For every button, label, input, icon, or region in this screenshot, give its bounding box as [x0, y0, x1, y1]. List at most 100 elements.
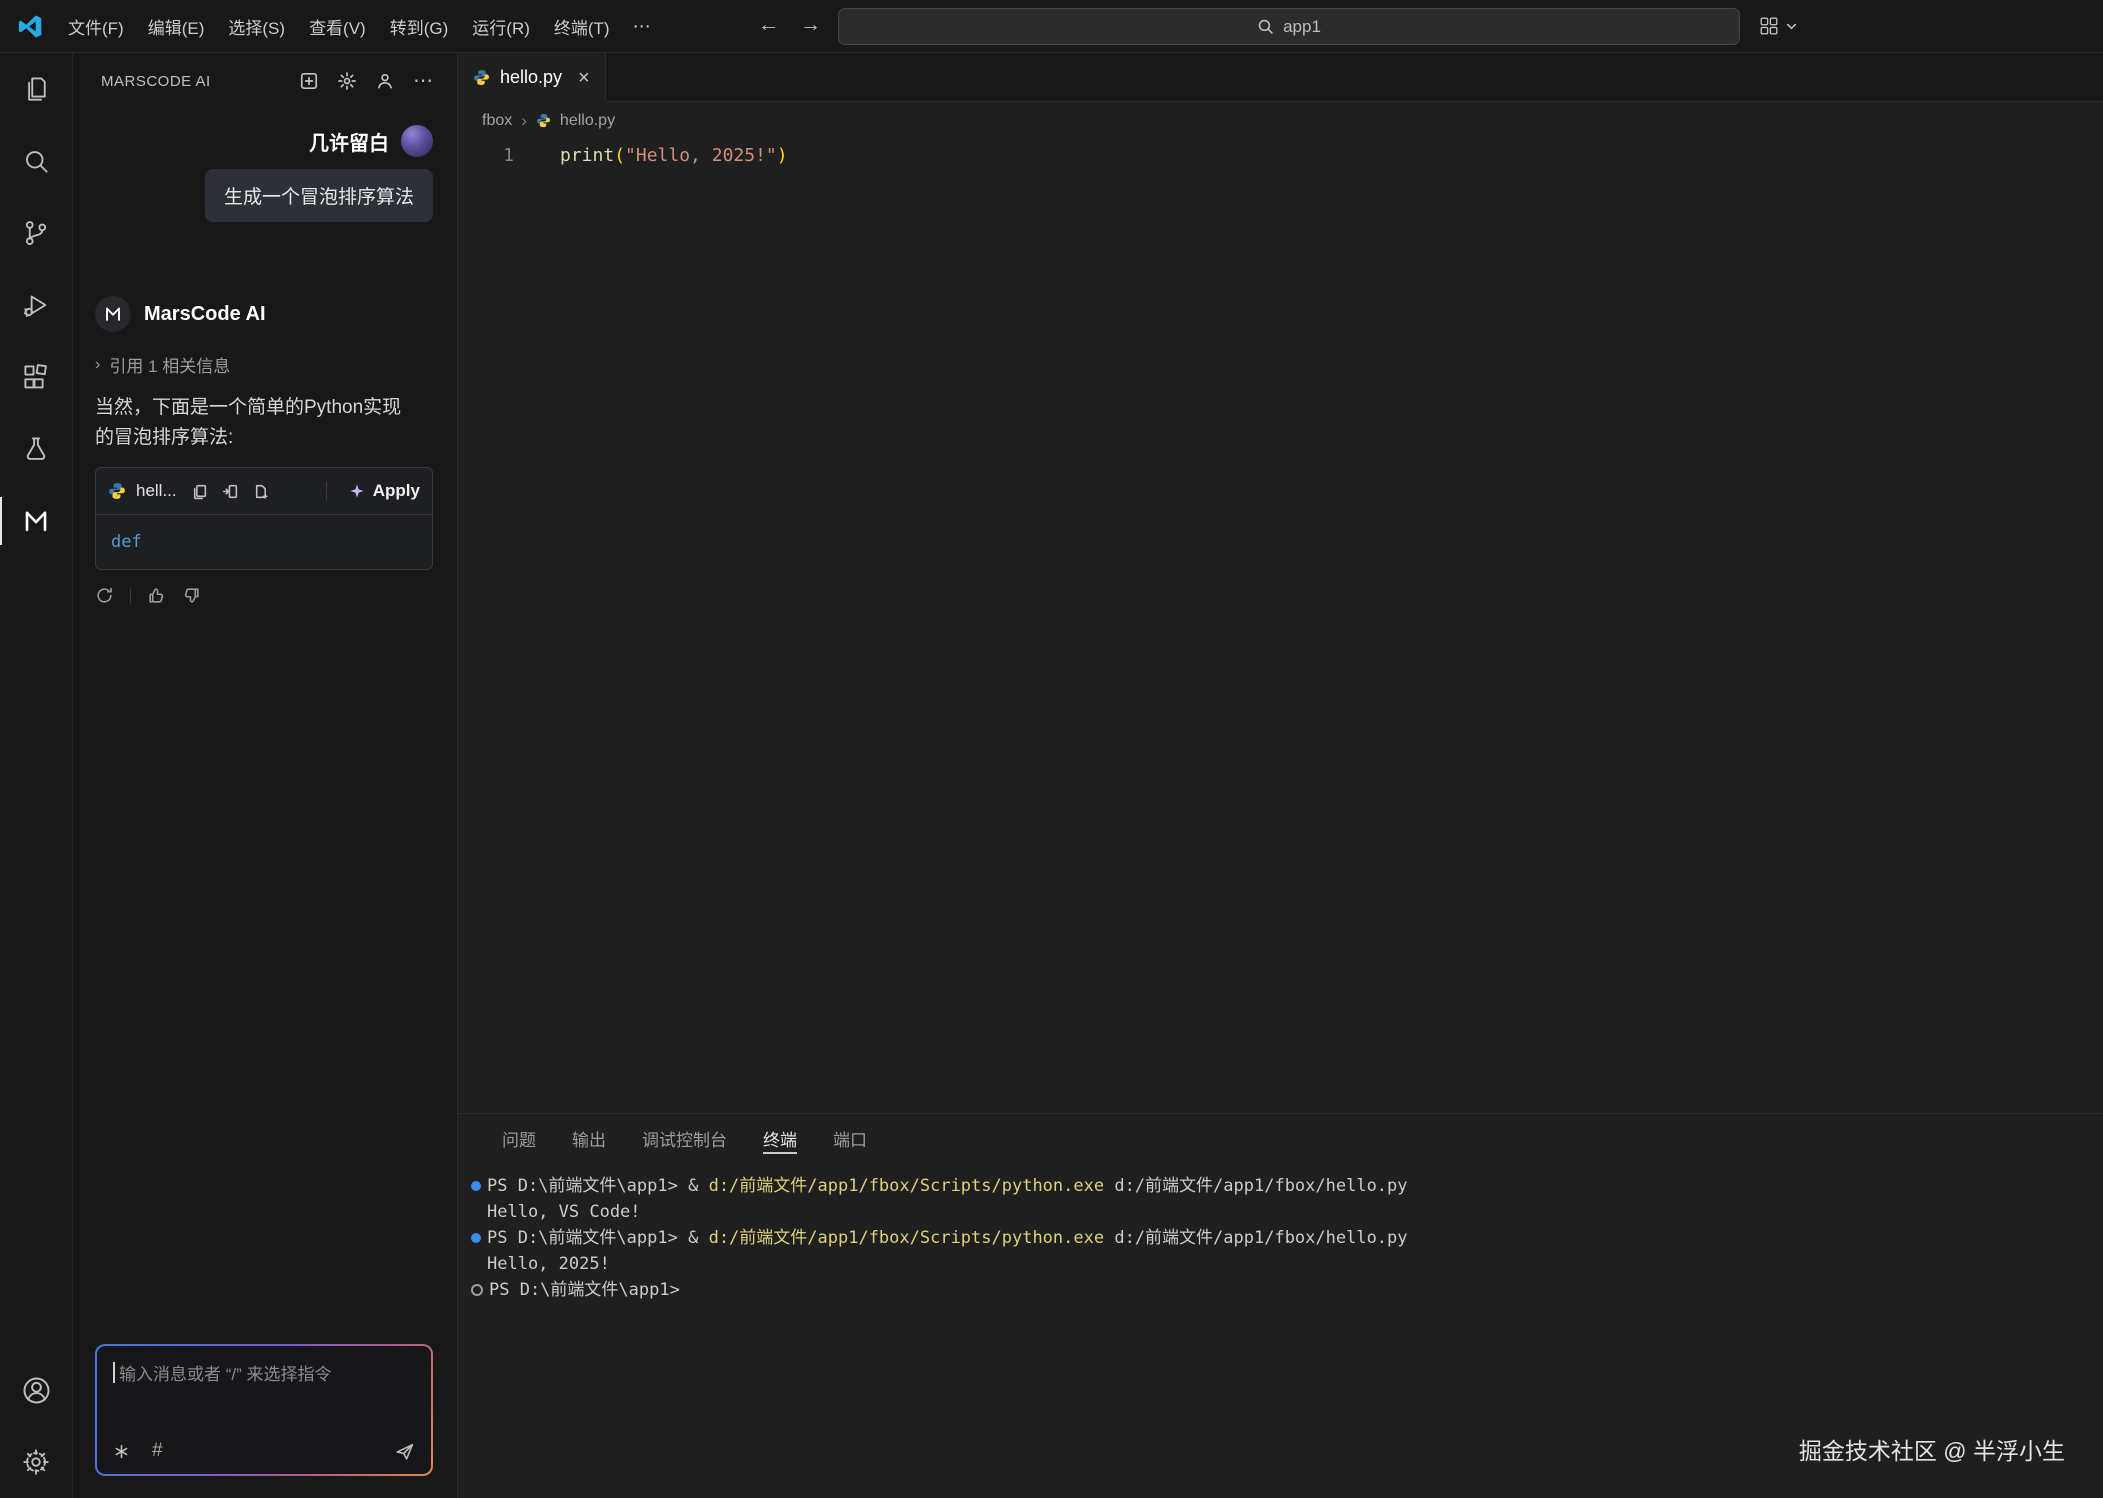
activity-source-control[interactable]	[0, 197, 72, 269]
thumbs-up-icon[interactable]	[147, 586, 166, 605]
user-message-row: 生成一个冒泡排序算法	[95, 169, 433, 222]
activity-bar-bottom	[0, 1354, 72, 1498]
activity-settings[interactable]	[0, 1426, 72, 1498]
menu-more-icon[interactable]: ⋯	[623, 10, 661, 43]
panel-tab-debug-console[interactable]: 调试控制台	[624, 1114, 745, 1162]
message-actions	[95, 586, 433, 605]
panel-tab-problems[interactable]: 问题	[484, 1114, 554, 1162]
assistant-name: MarsCode AI	[144, 303, 266, 326]
menu-go[interactable]: 转到(G)	[379, 8, 460, 45]
assistant-header: MarsCode AI	[95, 296, 433, 332]
user-message-header: 几许留白	[95, 125, 433, 157]
chevron-right-icon: ›	[521, 111, 527, 131]
activity-marscode-ai[interactable]	[0, 485, 72, 557]
code-card-filename: hell...	[136, 481, 177, 501]
profile-icon[interactable]	[375, 71, 395, 91]
chevron-down-icon[interactable]	[1785, 20, 1798, 33]
account-icon	[21, 1375, 52, 1406]
activity-extensions[interactable]	[0, 341, 72, 413]
gear-icon[interactable]	[337, 71, 357, 91]
sidebar-title: MARSCODE AI	[101, 73, 299, 90]
sparkle-icon	[349, 483, 365, 499]
panel-tab-output[interactable]: 输出	[554, 1114, 624, 1162]
user-avatar[interactable]	[401, 125, 433, 157]
more-icon[interactable]: ⋯	[413, 72, 433, 90]
chat-area: 几许留白 生成一个冒泡排序算法 MarsCode AI › 引用 1 相关信息 …	[73, 109, 457, 1338]
chat-input-container: 输入消息或者 “/” 来选择指令 #	[95, 1344, 433, 1476]
nav-forward-icon[interactable]: →	[800, 12, 821, 38]
close-icon[interactable]: ×	[578, 69, 590, 87]
hash-icon[interactable]: #	[152, 1440, 163, 1462]
chat-input-placeholder: 输入消息或者 “/” 来选择指令	[119, 1360, 332, 1385]
editor-line-1[interactable]: 1 print("Hello, 2025!")	[458, 141, 2103, 169]
code-line: print("Hello, 2025!")	[560, 145, 788, 166]
marscode-logo-icon	[95, 296, 131, 332]
vscode-window: 文件(F) 编辑(E) 选择(S) 查看(V) 转到(G) 运行(R) 终端(T…	[0, 0, 2103, 1498]
search-icon	[21, 146, 51, 176]
code-card: hell... Apply def	[95, 467, 433, 570]
terminal-output-line: Hello, VS Code!	[471, 1199, 2083, 1225]
terminal-command-line: PS D:\前端文件\app1> & d:/前端文件/app1/fbox/Scr…	[471, 1225, 2083, 1251]
run-debug-icon	[21, 290, 51, 320]
regenerate-icon[interactable]	[95, 586, 114, 605]
breadcrumb-file[interactable]: hello.py	[560, 112, 615, 130]
menu-edit[interactable]: 编辑(E)	[137, 8, 216, 45]
code-card-code[interactable]: def	[96, 515, 432, 569]
nav-back-icon[interactable]: ←	[758, 12, 779, 38]
apply-label: Apply	[373, 481, 420, 501]
tab-label: hello.py	[500, 67, 562, 88]
chat-input[interactable]: 输入消息或者 “/” 来选择指令 #	[97, 1346, 431, 1474]
menu-run[interactable]: 运行(R)	[461, 8, 541, 45]
divider	[326, 482, 327, 500]
menu-selection[interactable]: 选择(S)	[217, 8, 296, 45]
new-file-icon[interactable]	[253, 483, 270, 500]
commands-asterisk-icon[interactable]	[113, 1443, 130, 1460]
activity-account[interactable]	[0, 1354, 72, 1426]
line-number: 1	[458, 145, 514, 166]
code-card-icons	[191, 483, 270, 500]
activity-bar	[0, 53, 73, 1498]
activity-testing[interactable]	[0, 413, 72, 485]
search-icon	[1257, 18, 1274, 35]
new-chat-icon[interactable]	[299, 71, 319, 91]
activity-search[interactable]	[0, 125, 72, 197]
panel-tab-terminal[interactable]: 终端	[745, 1114, 815, 1162]
editor-group: hello.py × fbox › hello.py 1 print("Hell…	[458, 53, 2103, 1498]
thumbs-down-icon[interactable]	[182, 586, 201, 605]
command-center-search[interactable]: app1	[838, 8, 1740, 45]
insert-into-editor-icon[interactable]	[222, 483, 239, 500]
sidebar-header-icons: ⋯	[299, 71, 433, 91]
tab-hello-py[interactable]: hello.py ×	[458, 53, 606, 102]
user-name: 几许留白	[309, 127, 389, 156]
terminal-prompt-line: PS D:\前端文件\app1>	[471, 1277, 2083, 1303]
copy-icon[interactable]	[191, 483, 208, 500]
terminal[interactable]: PS D:\前端文件\app1> & d:/前端文件/app1/fbox/Scr…	[458, 1162, 2103, 1303]
layout-grid-icon[interactable]	[1758, 15, 1780, 37]
divider	[130, 588, 131, 604]
panel-tab-ports[interactable]: 端口	[815, 1114, 885, 1162]
activity-explorer[interactable]	[0, 53, 72, 125]
assistant-intro-text: 当然，下面是一个简单的Python实现 的冒泡排序算法:	[95, 393, 433, 453]
reference-row[interactable]: › 引用 1 相关信息	[95, 352, 433, 377]
menu-view[interactable]: 查看(V)	[298, 8, 377, 45]
menu-file[interactable]: 文件(F)	[57, 8, 135, 45]
editor-tab-bar: hello.py ×	[458, 53, 2103, 102]
vscode-logo-icon	[16, 13, 43, 40]
activity-run-debug[interactable]	[0, 269, 72, 341]
chat-input-actions: #	[113, 1440, 415, 1462]
flask-icon	[21, 434, 51, 464]
marscode-icon	[21, 506, 51, 536]
send-icon[interactable]	[394, 1441, 415, 1462]
text-cursor	[113, 1362, 115, 1383]
watermark-text: 掘金技术社区 @ 半浮小生	[1799, 1432, 2065, 1466]
code-card-header: hell... Apply	[96, 468, 432, 515]
title-bar: 文件(F) 编辑(E) 选择(S) 查看(V) 转到(G) 运行(R) 终端(T…	[0, 0, 2103, 53]
command-success-dot-icon	[471, 1233, 481, 1243]
apply-button[interactable]: Apply	[349, 481, 420, 501]
chevron-right-icon: ›	[95, 356, 100, 374]
reference-label: 引用 1 相关信息	[109, 352, 230, 377]
breadcrumb-folder[interactable]: fbox	[482, 112, 512, 130]
command-success-dot-icon	[471, 1181, 481, 1191]
menu-terminal[interactable]: 终端(T)	[543, 8, 621, 45]
panel-tab-bar: 问题 输出 调试控制台 终端 端口	[458, 1114, 2103, 1162]
